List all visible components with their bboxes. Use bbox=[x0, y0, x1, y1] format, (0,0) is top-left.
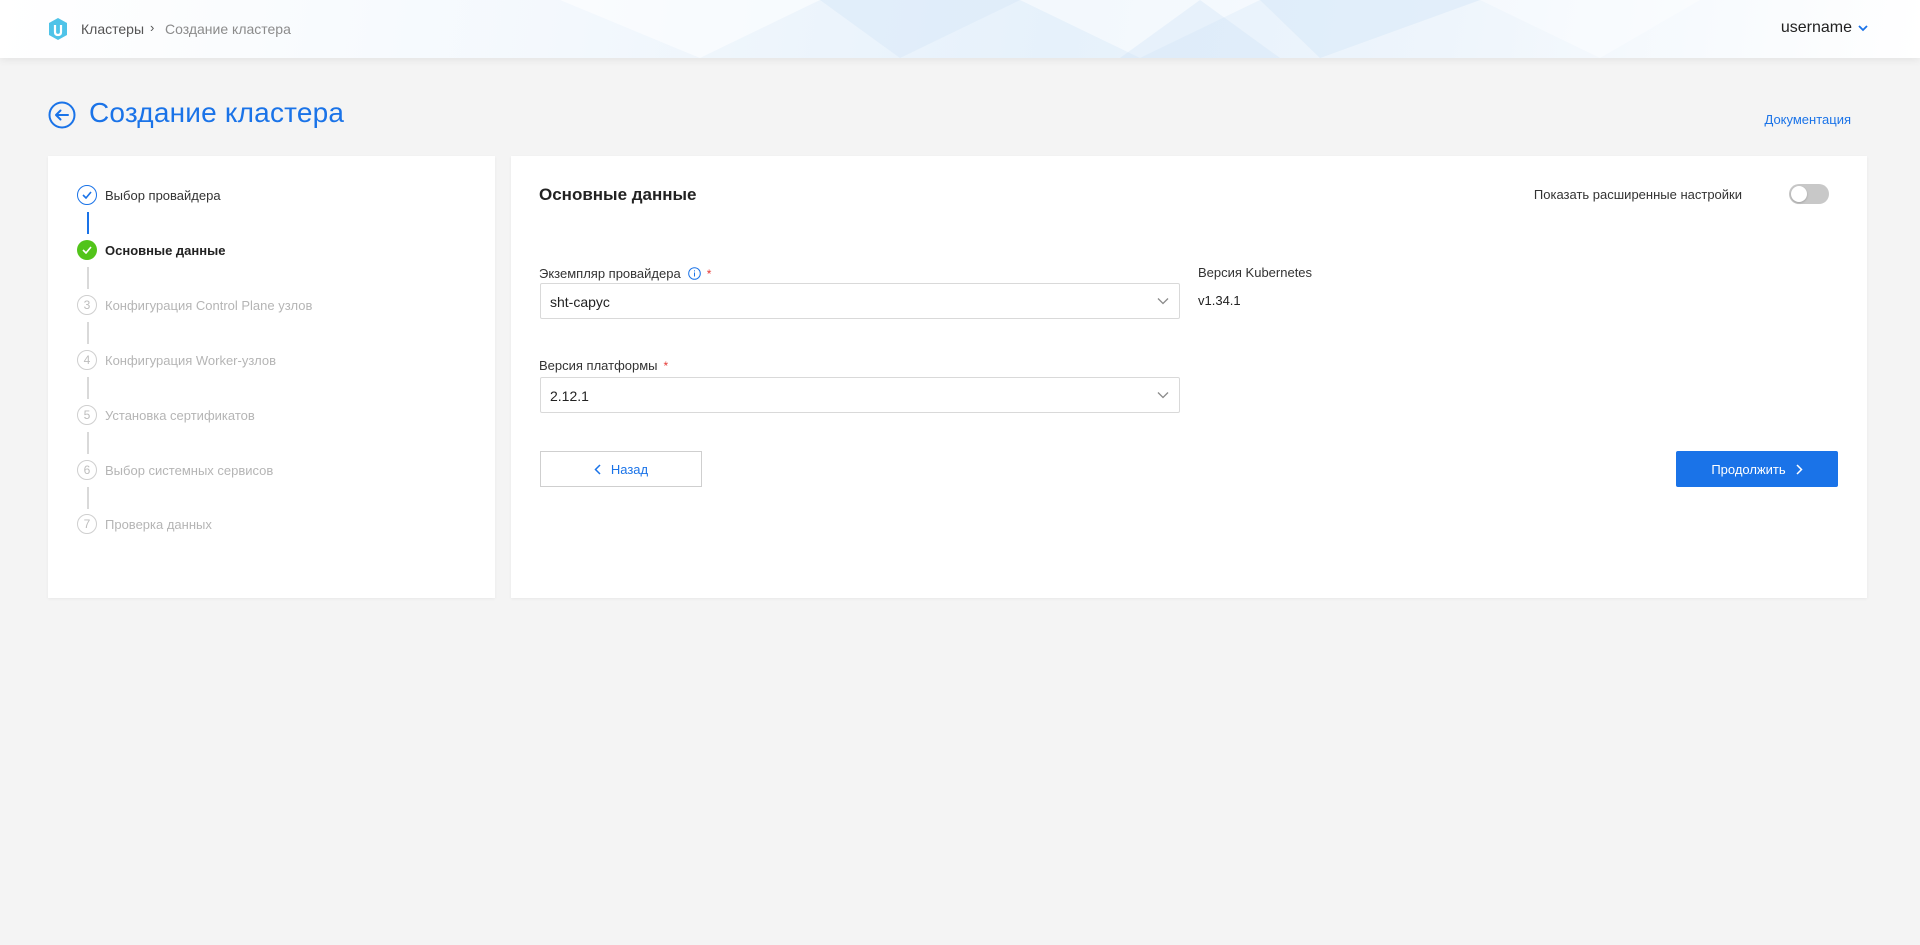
required-mark: * bbox=[663, 358, 669, 373]
form-panel: Основные данные Показать расширенные нас… bbox=[511, 156, 1867, 598]
back-arrow-icon[interactable] bbox=[48, 101, 76, 129]
info-icon[interactable] bbox=[687, 267, 701, 280]
step-control-plane-config: 3 Конфигурация Control Plane узлов bbox=[77, 294, 312, 316]
user-menu[interactable]: username bbox=[1781, 19, 1868, 37]
chevron-down-icon bbox=[1157, 392, 1169, 399]
step-connector bbox=[87, 432, 89, 454]
step-connector bbox=[87, 377, 89, 399]
chevron-down-icon bbox=[1157, 298, 1169, 305]
chevron-down-icon bbox=[1858, 24, 1868, 31]
steps-panel: Выбор провайдера Основные данные 3 Конфи… bbox=[48, 156, 495, 598]
platform-version-value: 2.12.1 bbox=[550, 388, 589, 404]
continue-button[interactable]: Продолжить bbox=[1676, 451, 1838, 487]
chevron-right-icon bbox=[1796, 463, 1803, 475]
step-provider-selection[interactable]: Выбор провайдера bbox=[77, 184, 221, 206]
advanced-settings-toggle[interactable] bbox=[1789, 184, 1829, 204]
step-connector bbox=[87, 322, 89, 344]
chevron-left-icon bbox=[594, 463, 601, 475]
username: username bbox=[1780, 19, 1852, 36]
kubernetes-version-value: v1.34.1 bbox=[1198, 293, 1241, 308]
step-number: 4 bbox=[77, 350, 97, 370]
step-connector bbox=[87, 267, 89, 289]
step-label: Установка сертификатов bbox=[105, 407, 255, 423]
section-title: Основные данные bbox=[539, 185, 697, 204]
step-label: Проверка данных bbox=[105, 516, 212, 532]
step-basic-data[interactable]: Основные данные bbox=[77, 239, 225, 261]
required-mark: * bbox=[706, 266, 712, 281]
step-label: Основные данные bbox=[105, 242, 226, 258]
step-worker-config: 4 Конфигурация Worker-узлов bbox=[77, 349, 276, 371]
step-review: 7 Проверка данных bbox=[77, 513, 212, 535]
breadcrumb-clusters[interactable]: Кластеры bbox=[81, 21, 144, 37]
breadcrumb-separator: › bbox=[150, 20, 155, 35]
step-number: 5 bbox=[77, 405, 97, 425]
page-title: Создание кластера bbox=[89, 97, 345, 128]
platform-version-select[interactable]: 2.12.1 bbox=[540, 377, 1180, 413]
documentation-link[interactable]: Документация bbox=[1765, 112, 1852, 127]
advanced-settings-label: Показать расширенные настройки bbox=[1533, 187, 1742, 202]
top-bar: Кластеры › Создание кластера username bbox=[0, 0, 1920, 58]
provider-instance-select[interactable]: sht-capyc bbox=[540, 283, 1180, 319]
back-button[interactable]: Назад bbox=[540, 451, 702, 487]
check-icon bbox=[77, 240, 97, 260]
breadcrumb-current: Создание кластера bbox=[165, 21, 291, 37]
step-label: Выбор провайдера bbox=[105, 187, 221, 203]
back-button-label: Назад bbox=[610, 461, 649, 477]
step-number: 6 bbox=[77, 460, 97, 480]
platform-version-label: Версия платформы * bbox=[539, 358, 669, 373]
app-logo-icon[interactable] bbox=[47, 17, 69, 41]
step-label: Конфигурация Worker-узлов bbox=[105, 352, 277, 368]
continue-button-label: Продолжить bbox=[1711, 461, 1786, 477]
step-connector bbox=[87, 487, 89, 509]
toggle-knob bbox=[1791, 186, 1807, 202]
step-connector bbox=[87, 212, 89, 234]
check-icon bbox=[77, 185, 97, 205]
step-number: 3 bbox=[77, 295, 97, 315]
step-label: Выбор системных сервисов bbox=[105, 462, 274, 478]
provider-instance-value: sht-capyc bbox=[550, 294, 610, 310]
provider-instance-label: Экземпляр провайдера * bbox=[539, 266, 712, 281]
kubernetes-version-label: Версия Kubernetes bbox=[1198, 265, 1313, 280]
step-number: 7 bbox=[77, 514, 97, 534]
step-certificates: 5 Установка сертификатов bbox=[77, 404, 255, 426]
step-system-services: 6 Выбор системных сервисов bbox=[77, 459, 273, 481]
step-label: Конфигурация Control Plane узлов bbox=[105, 297, 313, 313]
